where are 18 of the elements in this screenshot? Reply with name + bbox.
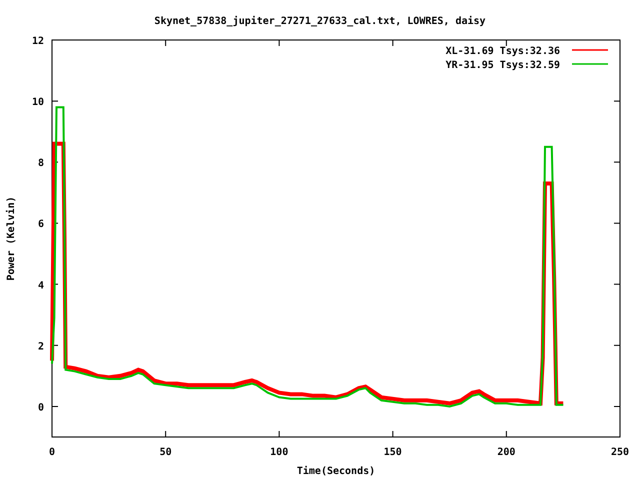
tick-label: 2 <box>38 341 44 352</box>
tick-label: 0 <box>38 402 44 414</box>
axis-label: Time(Seconds) <box>296 466 376 477</box>
tick-label: 6 <box>38 219 44 230</box>
tick-label: 10 <box>32 97 44 108</box>
tick-label: 4 <box>38 280 44 292</box>
tick-label: 12 <box>32 36 44 47</box>
tick-label: 50 <box>160 447 172 458</box>
tick-label: 100 <box>270 447 288 458</box>
axis-label: Power (Kelvin) <box>6 196 17 281</box>
legend-label: XL-31.69 Tsys:32.36 <box>446 46 560 57</box>
tick-label: 8 <box>38 158 44 170</box>
legend-label: YR-31.95 Tsys:32.59 <box>446 60 560 71</box>
tick-label: 0 <box>48 447 56 458</box>
tick-label: 250 <box>610 447 630 458</box>
tick-label: 150 <box>384 447 402 458</box>
chart-title: Skynet_57838_jupiter_27271_27633_cal.txt, LOWRES, daisy <box>154 16 486 27</box>
tick-label: 200 <box>497 447 516 458</box>
